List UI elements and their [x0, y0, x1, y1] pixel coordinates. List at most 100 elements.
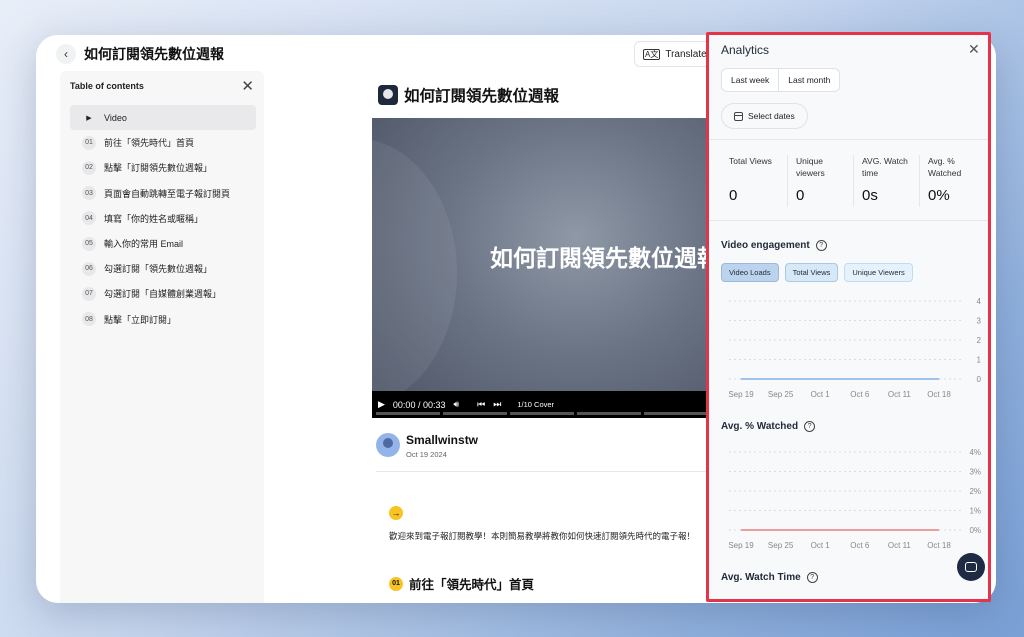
toc-item-label: 點擊「訂閱領先數位週報」: [104, 163, 213, 174]
page-title: 如何訂閱領先數位週報: [84, 46, 224, 62]
help-icon[interactable]: ?: [804, 421, 816, 432]
translate-icon: A文: [643, 48, 661, 60]
x-tick-label: Oct 18: [927, 541, 951, 550]
toc-item[interactable]: 05 輸入你的常用 Email: [70, 231, 256, 256]
stat-avg-watch-time: AVG. Watch time 0s: [853, 155, 915, 207]
toc-item-number: 02: [82, 160, 96, 175]
last-month-button[interactable]: Last month: [778, 69, 839, 91]
unique-viewers-toggle[interactable]: Unique Viewers: [844, 263, 913, 282]
y-tick-label: 3%: [969, 468, 981, 477]
publish-date: Oct 19 2024: [406, 450, 447, 459]
toc-item-label: 點擊「立即訂閱」: [104, 314, 177, 325]
chapter-progress-bar[interactable]: [376, 412, 708, 415]
play-icon[interactable]: ▶: [378, 399, 385, 410]
avatar: [376, 433, 400, 457]
analytics-panel-highlight: Analytics ✕ Last week Last month Select …: [706, 32, 991, 602]
toc-item-label: 輸入你的常用 Email: [104, 239, 184, 250]
x-tick-label: Sep 19: [728, 390, 754, 399]
toc-item[interactable]: 03 頁面會自動跳轉至電子報訂閱頁: [70, 181, 256, 206]
main-title-row: 如何訂閱領先數位週報: [378, 84, 559, 106]
video-controls: ▶ 00:00 / 00:33 🔊︎ ⏮︎ ⏭︎ 1/10 Cover: [372, 391, 712, 418]
y-tick-label: 0%: [969, 526, 981, 535]
help-icon[interactable]: ?: [815, 240, 827, 251]
x-tick-label: Oct 18: [927, 390, 951, 399]
x-tick-label: Oct 1: [811, 541, 831, 550]
skip-forward-icon[interactable]: ⏭︎: [493, 399, 501, 410]
toc-item[interactable]: 01 前往「領先時代」首頁: [70, 130, 256, 155]
chapter-segment: [443, 412, 507, 415]
y-tick-label: 2%: [969, 487, 981, 496]
stat-value: 0: [796, 187, 805, 204]
y-tick-label: 3: [977, 317, 982, 326]
y-tick-label: 0: [977, 375, 982, 384]
toc-item-number: 05: [82, 236, 96, 251]
avg-watch-time-heading: Avg. Watch Time ?: [721, 572, 818, 583]
stat-value: 0s: [862, 187, 878, 204]
y-tick-label: 4%: [969, 448, 981, 457]
play-icon: ▶: [86, 114, 92, 122]
skip-back-icon[interactable]: ⏮︎: [477, 399, 485, 410]
toc-item-number: 07: [82, 286, 96, 301]
toc-item-label: 頁面會自動跳轉至電子報訂閱頁: [104, 188, 231, 199]
x-tick-label: Sep 19: [728, 541, 754, 550]
volume-icon[interactable]: 🔊︎: [453, 399, 459, 410]
stats-row: Total Views 0 Unique viewers 0 AVG. Watc…: [721, 155, 983, 207]
stat-label: AVG. Watch time: [862, 156, 908, 178]
divider: [376, 471, 712, 472]
x-tick-label: Oct 1: [811, 390, 831, 399]
author-row: Smallwinstw Oct 19 2024: [376, 433, 478, 459]
toc-item-label: 填寫「你的姓名或暱稱」: [104, 213, 204, 224]
chapter-segment: [510, 412, 574, 415]
chat-icon: [965, 562, 977, 572]
chapter-segment: [644, 412, 708, 415]
x-tick-label: Oct 11: [888, 541, 912, 550]
stat-label: Avg. % Watched: [928, 156, 962, 178]
back-button[interactable]: ‹: [56, 44, 76, 64]
toc-item-number: 04: [82, 211, 96, 226]
analytics-title: Analytics: [721, 43, 770, 57]
toc-item[interactable]: 06 勾選訂閱「領先數位週報」: [70, 256, 256, 281]
help-icon[interactable]: ?: [806, 572, 818, 583]
x-tick-label: Oct 11: [888, 390, 912, 399]
close-icon[interactable]: ✕: [968, 41, 980, 58]
stat-label: Total Views: [729, 156, 772, 166]
toc-item[interactable]: 08 點擊「立即訂閱」: [70, 307, 256, 332]
author-name: Smallwinstw: [406, 433, 479, 447]
stat-avg-watched: Avg. % Watched 0%: [919, 155, 981, 207]
stat-unique-viewers: Unique viewers 0: [787, 155, 849, 207]
section-number: 01: [389, 576, 403, 591]
video-title-overlay: 如何訂閱領先數位週報: [490, 245, 712, 271]
toc-item[interactable]: 07 勾選訂閱「自媒體創業週報」: [70, 281, 256, 306]
toc-item-number: 01: [82, 135, 96, 150]
chapter-segment: [376, 412, 440, 415]
toc-item-video[interactable]: ▶ Video: [70, 105, 256, 131]
section-title: Avg. % Watched: [721, 421, 799, 432]
toc-item-number: 06: [82, 261, 96, 276]
toc-item[interactable]: 04 填寫「你的姓名或暱稱」: [70, 206, 256, 231]
main-title: 如何訂閱領先數位週報: [404, 88, 560, 105]
arrow-right-icon: →: [389, 506, 403, 520]
x-tick-label: Oct 6: [850, 390, 870, 399]
chat-button[interactable]: [957, 553, 985, 581]
toc-close-icon[interactable]: ✕: [241, 77, 254, 95]
video-player[interactable]: 如何訂閱領先數位週報 ▶ 00:00 / 00:33 🔊︎ ⏮︎ ⏭︎ 1/10…: [372, 118, 712, 418]
total-views-toggle[interactable]: Total Views: [784, 263, 839, 282]
video-engagement-heading: Video engagement ?: [721, 240, 827, 251]
calendar-icon: [734, 111, 743, 121]
chevron-left-icon: ‹: [64, 47, 68, 61]
main-content: 如何訂閱領先數位週報 如何訂閱領先數位週報 ▶ 00:00 / 00:33 🔊︎…: [372, 71, 712, 603]
stat-total-views: Total Views 0: [721, 155, 783, 207]
toc-item[interactable]: 02 點擊「訂閱領先數位週報」: [70, 155, 256, 180]
video-loads-toggle[interactable]: Video Loads: [721, 263, 779, 282]
select-dates-button[interactable]: Select dates: [721, 103, 808, 129]
section-title: Video engagement: [721, 240, 810, 251]
y-tick-label: 1%: [969, 507, 981, 516]
toc-item-number: 08: [82, 312, 96, 327]
last-week-button[interactable]: Last week: [722, 69, 778, 91]
intro-text: 歡迎來到電子報訂閱教學！本則簡易教學將教你如何快速訂閱領先時代的電子報！: [389, 531, 696, 541]
date-range-toggle: Last week Last month: [721, 68, 841, 92]
divider: [709, 220, 988, 221]
chapter-segment: [577, 412, 641, 415]
select-dates-label: Select dates: [748, 111, 795, 121]
section-heading: 01 前往「領先時代」首頁: [389, 574, 534, 593]
